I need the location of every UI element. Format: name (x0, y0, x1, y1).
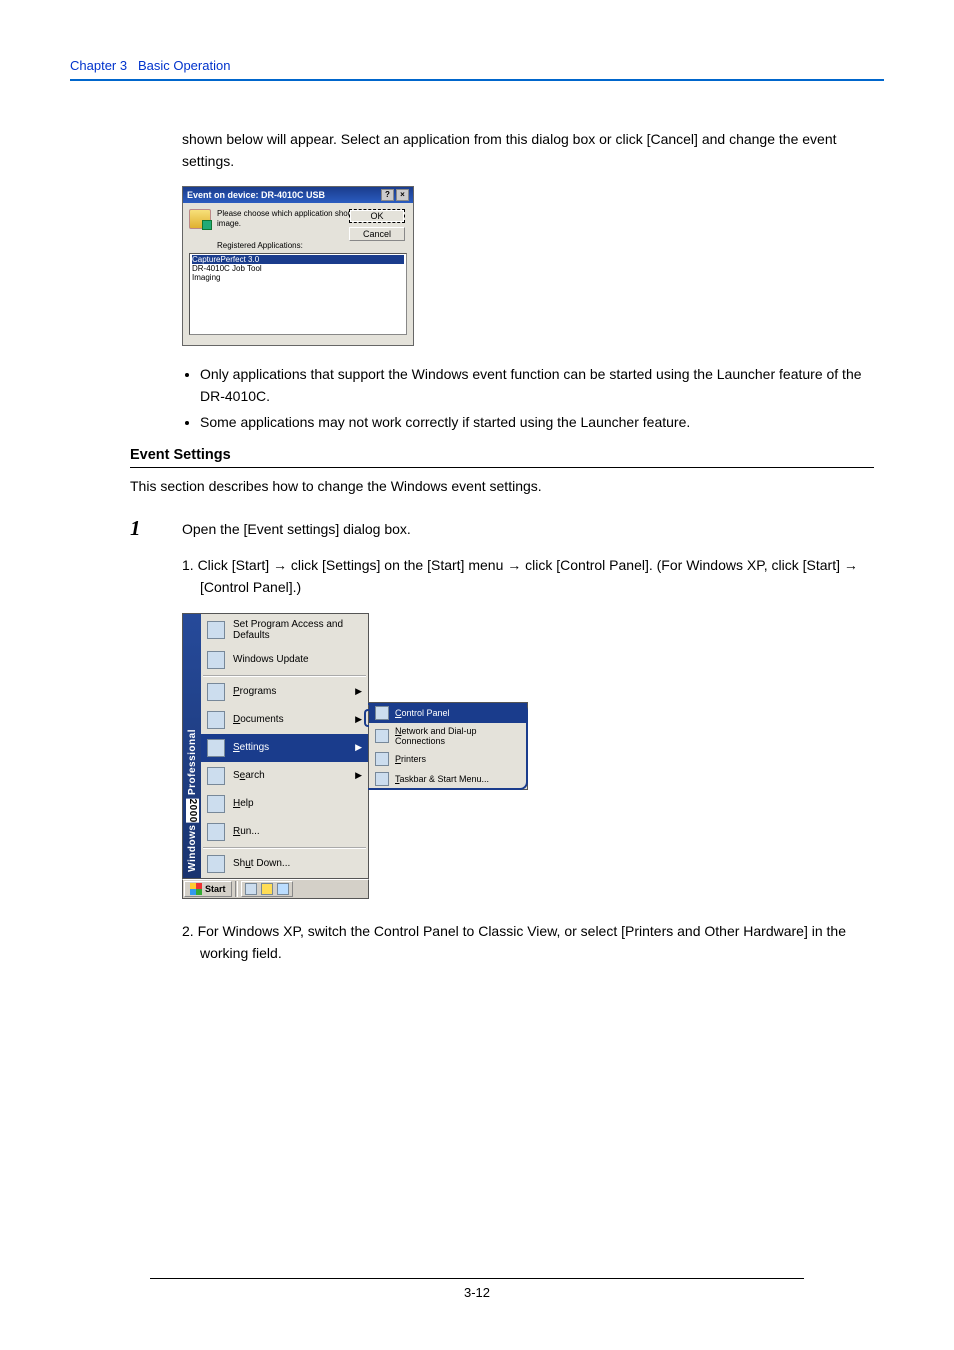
step-text: Open the [Event settings] dialog box. (182, 518, 411, 537)
start-button[interactable]: Start (184, 881, 232, 897)
event-settings-heading: Event Settings (130, 447, 884, 463)
intro-paragraph: shown below will appear. Select an appli… (182, 129, 874, 172)
windows-band: Windows2000 Professional (183, 614, 201, 878)
menu-item-label: Search (233, 770, 265, 781)
menu-separator (203, 675, 366, 677)
chapter-title: Basic Operation (138, 58, 231, 73)
menu-item-label: Set Program Access and Defaults (233, 619, 362, 641)
menu-item-label: Help (233, 798, 254, 809)
substep-2: 2. For Windows XP, switch the Control Pa… (182, 921, 864, 964)
taskbar: Start (182, 879, 369, 899)
menu-item-label: Network and Dial-up Connections (395, 726, 521, 746)
section-rule (130, 467, 874, 468)
settings-icon (207, 739, 225, 757)
run-icon (207, 823, 225, 841)
list-item[interactable]: Imaging (192, 273, 404, 282)
settings-submenu: Control Panel Network and Dial-up Connec… (368, 702, 528, 790)
menu-item-help[interactable]: Help (201, 790, 368, 818)
page-number: 3-12 (0, 1285, 954, 1300)
menu-item-label: Printers (395, 754, 426, 764)
chapter-label: Chapter 3 (70, 58, 127, 73)
note-item: Some applications may not work correctly… (200, 412, 864, 434)
notes-list: Only applications that support the Windo… (200, 364, 864, 433)
note-item: Only applications that support the Windo… (200, 364, 864, 407)
ok-button[interactable]: OK (349, 209, 405, 223)
windows-update-icon (207, 651, 225, 669)
scanner-icon (189, 209, 211, 229)
substep-1: 1. Click [Start] → click [Settings] on t… (182, 555, 864, 598)
submenu-item-taskbar[interactable]: Taskbar & Start Menu... (369, 769, 527, 789)
menu-item-label: Settings (233, 742, 269, 753)
shutdown-icon (207, 855, 225, 873)
menu-item-label: Windows Update (233, 654, 309, 665)
menu-separator (203, 847, 366, 849)
event-settings-desc: This section describes how to change the… (130, 478, 874, 494)
step-1: 1 Open the [Event settings] dialog box. (130, 518, 884, 539)
submenu-item-printers[interactable]: Printers (369, 749, 527, 769)
help-icon[interactable]: ? (381, 189, 394, 201)
header-rule (70, 79, 884, 81)
menu-item-set-program-access[interactable]: Set Program Access and Defaults (201, 614, 368, 646)
startmenu-figure: Windows2000 Professional Set Program Acc… (182, 613, 884, 899)
start-label: Start (205, 884, 226, 894)
documents-icon (207, 711, 225, 729)
printers-icon (375, 752, 389, 766)
search-icon (207, 767, 225, 785)
menu-item-label: Shut Down... (233, 858, 290, 869)
quicklaunch-icon[interactable] (245, 883, 257, 895)
taskbar-divider (235, 881, 238, 897)
registered-apps-list[interactable]: CapturePerfect 3.0 DR-4010C Job Tool Ima… (189, 253, 407, 335)
quicklaunch-icon[interactable] (277, 883, 289, 895)
menu-item-shutdown[interactable]: Shut Down... (201, 850, 368, 878)
menu-item-label: Run... (233, 826, 260, 837)
dialog-title: Event on device: DR-4010C USB (187, 190, 325, 200)
chevron-right-icon: ▶ (355, 714, 362, 725)
chevron-right-icon: ▶ (355, 770, 362, 781)
menu-item-run[interactable]: Run... (201, 818, 368, 846)
menu-item-label: Programs (233, 686, 276, 697)
quicklaunch-icon[interactable] (261, 883, 273, 895)
windows-logo-icon (190, 883, 202, 895)
chevron-right-icon: ▶ (355, 742, 362, 753)
program-access-icon (207, 621, 225, 639)
menu-item-label: Taskbar & Start Menu... (395, 774, 489, 784)
cancel-button[interactable]: Cancel (349, 227, 405, 241)
menu-item-search[interactable]: Search ▶ (201, 762, 368, 790)
chevron-right-icon: ▶ (355, 686, 362, 697)
close-icon[interactable]: × (396, 189, 409, 201)
registered-apps-label: Registered Applications: (217, 241, 407, 250)
submenu-item-network[interactable]: Network and Dial-up Connections (369, 723, 527, 749)
network-icon (375, 729, 389, 743)
programs-icon (207, 683, 225, 701)
event-dialog-figure: Event on device: DR-4010C USB ? × Please… (182, 186, 884, 346)
menu-item-windows-update[interactable]: Windows Update (201, 646, 368, 674)
help-icon (207, 795, 225, 813)
menu-item-settings[interactable]: Settings ▶ (201, 734, 368, 762)
control-panel-icon (375, 706, 389, 720)
menu-item-label: Documents (233, 714, 284, 725)
quick-launch (241, 881, 293, 897)
footer-rule (150, 1278, 804, 1279)
menu-item-documents[interactable]: Documents ▶ (201, 706, 368, 734)
list-item[interactable]: CapturePerfect 3.0 (192, 255, 404, 264)
list-item[interactable]: DR-4010C Job Tool (192, 264, 404, 273)
taskbar-startmenu-icon (375, 772, 389, 786)
menu-item-programs[interactable]: Programs ▶ (201, 678, 368, 706)
menu-item-label: Control Panel (395, 708, 450, 718)
step-number: 1 (130, 518, 182, 539)
submenu-item-control-panel[interactable]: Control Panel (369, 703, 527, 723)
dialog-titlebar: Event on device: DR-4010C USB ? × (183, 187, 413, 203)
